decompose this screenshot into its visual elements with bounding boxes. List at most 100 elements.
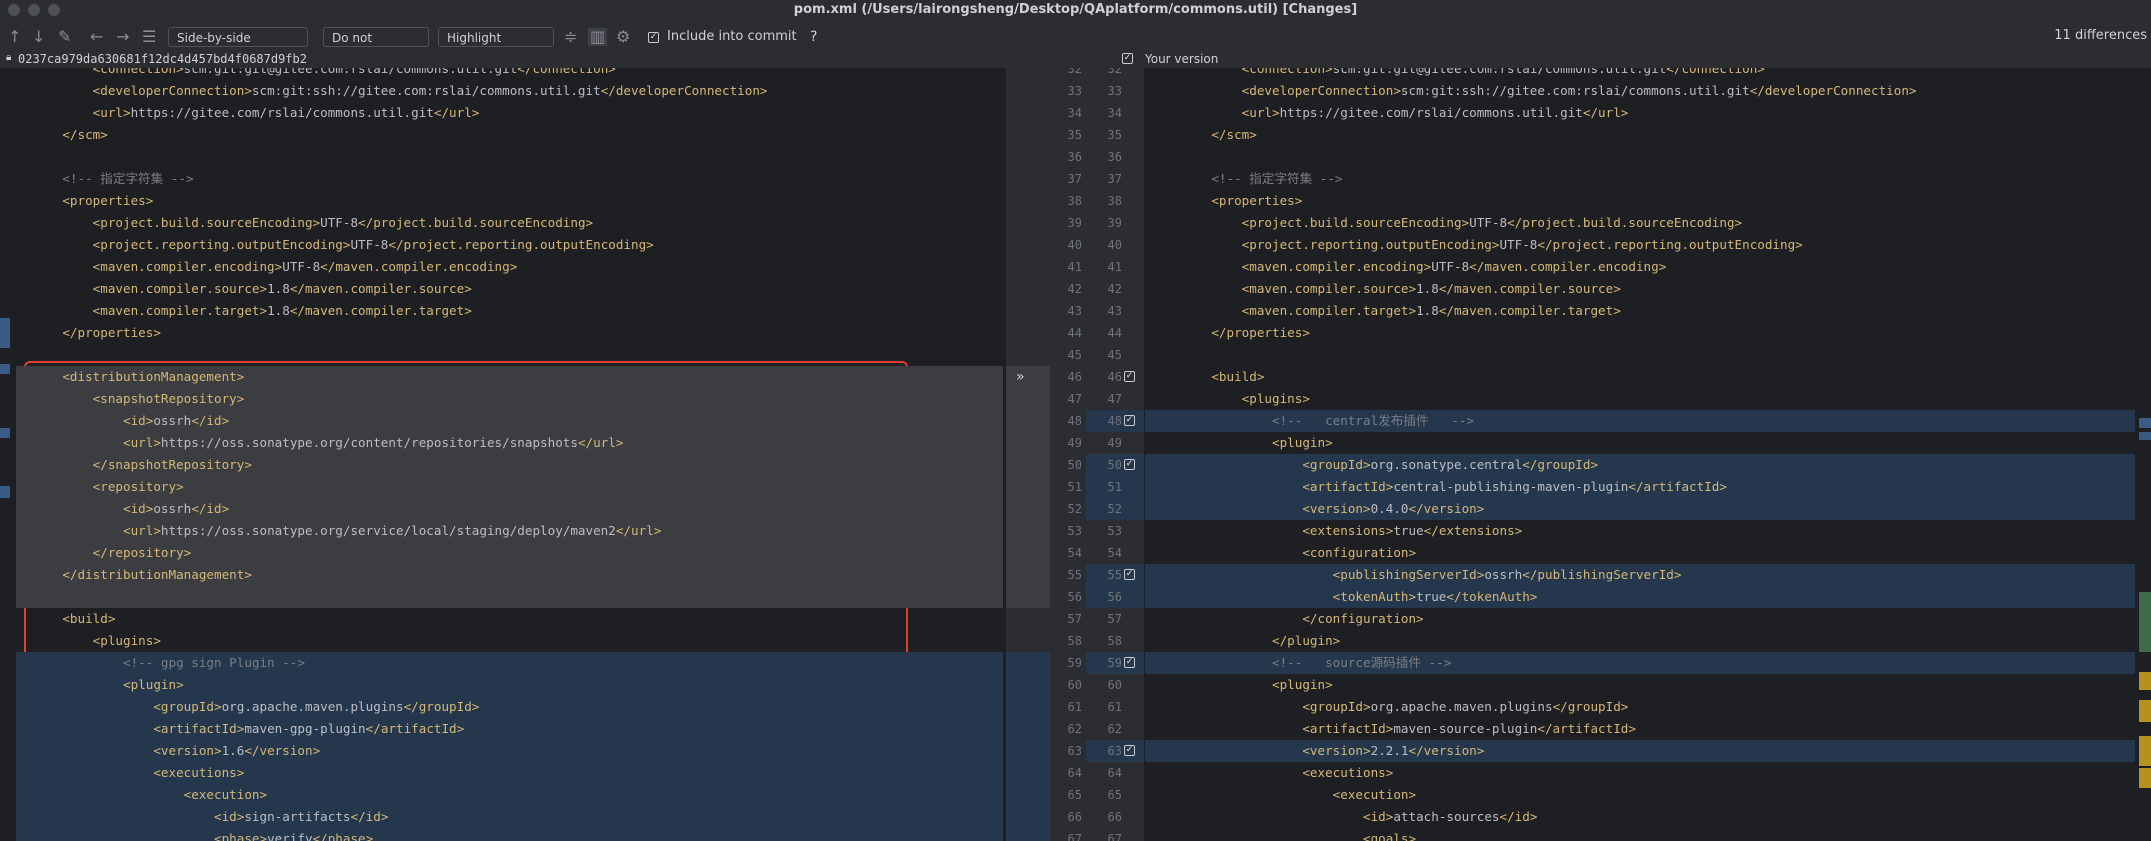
- gutter-change-marker: [1006, 806, 1050, 828]
- right-line-number: 41: [1107, 260, 1122, 274]
- right-code-line: <!-- source源码插件 -->: [1145, 652, 2135, 674]
- code-text: <url>https://oss.sonatype.org/service/lo…: [123, 523, 662, 538]
- code-text: </repository>: [92, 545, 192, 560]
- right-line-number: 39: [1107, 216, 1122, 230]
- scrollbar-change-marker: [0, 318, 10, 348]
- apply-change-icon[interactable]: »: [1016, 366, 1025, 388]
- right-code-line: <plugins>: [1145, 388, 2135, 410]
- code-text: <groupId>org.apache.maven.plugins</group…: [1302, 699, 1629, 714]
- left-line-number: 66: [1067, 810, 1082, 824]
- left-line-number: 63: [1067, 744, 1082, 758]
- left-code-line: <version>1.6</version>: [16, 740, 1003, 762]
- collapse-icon[interactable]: ≑: [564, 28, 577, 46]
- change-include-checkbox[interactable]: ✓: [1124, 415, 1135, 426]
- left-code-line: <!-- 指定字符集 -->: [16, 168, 1003, 190]
- left-line-number: 54: [1067, 546, 1082, 560]
- gutter-change-marker: [1006, 454, 1050, 476]
- code-text: <url>https://gitee.com/rslai/commons.uti…: [92, 105, 480, 120]
- right-code-line: [1145, 146, 2135, 168]
- left-line-number: 39: [1067, 216, 1082, 230]
- left-line-number: 62: [1067, 722, 1082, 736]
- viewer-dropdown[interactable]: Side-by-side viewer▼: [168, 27, 308, 65]
- right-line-number: 54: [1107, 546, 1122, 560]
- change-include-checkbox[interactable]: ✓: [1124, 745, 1135, 756]
- edit-icon[interactable]: ✎: [58, 28, 71, 46]
- left-code-line: [16, 344, 1003, 366]
- arrow-down-icon[interactable]: ↓: [32, 28, 45, 46]
- arrow-left-icon[interactable]: ←: [90, 28, 103, 46]
- right-line-number: 48: [1107, 414, 1122, 428]
- left-line-number: 55: [1067, 568, 1082, 582]
- revision-header: 🔒︎ 0237ca979da630681f12dc4d457bd4f0687d9…: [0, 50, 2151, 69]
- right-line-number: 49: [1107, 436, 1122, 450]
- code-text: <!-- central发布插件 -->: [1272, 413, 1475, 428]
- code-text: <!-- 指定字符集 -->: [1211, 171, 1343, 186]
- code-text: </plugin>: [1272, 633, 1341, 648]
- right-code-line: <id>attach-sources</id>: [1145, 806, 2135, 828]
- right-code-line: <connection>scm:git:git@gitee.com:rslai/…: [1145, 68, 2135, 80]
- right-code-line: <artifactId>maven-source-plugin</artifac…: [1145, 718, 2135, 740]
- right-line-number: 61: [1107, 700, 1122, 714]
- right-line-number: 56: [1107, 590, 1122, 604]
- change-include-checkbox[interactable]: ✓: [1124, 459, 1135, 470]
- left-code-line: </scm>: [16, 124, 1003, 146]
- left-line-number: 58: [1067, 634, 1082, 648]
- left-code-line: <maven.compiler.encoding>UTF-8</maven.co…: [16, 256, 1003, 278]
- right-code-line: <maven.compiler.target>1.8</maven.compil…: [1145, 300, 2135, 322]
- code-text: </properties>: [62, 325, 161, 340]
- left-code-line: <!-- gpg sign Plugin -->: [16, 652, 1003, 674]
- code-text: <artifactId>maven-source-plugin</artifac…: [1302, 721, 1636, 736]
- left-line-number: 44: [1067, 326, 1082, 340]
- code-text: <project.build.sourceEncoding>UTF-8</pro…: [1241, 215, 1743, 230]
- right-code-line: <publishingServerId>ossrh</publishingSer…: [1145, 564, 2135, 586]
- right-code-line: <groupId>org.sonatype.central</groupId>: [1145, 454, 2135, 476]
- your-version-checkbox[interactable]: ✓: [1122, 53, 1133, 64]
- right-code-line: <project.reporting.outputEncoding>UTF-8<…: [1145, 234, 2135, 256]
- include-commit-checkbox[interactable]: ✓: [648, 32, 659, 43]
- scrollbar-change-marker: [0, 486, 10, 498]
- right-code-line: <project.build.sourceEncoding>UTF-8</pro…: [1145, 212, 2135, 234]
- code-text: <goals>: [1362, 831, 1417, 841]
- right-code-line: <executions>: [1145, 762, 2135, 784]
- left-code-line: <build>: [16, 608, 1003, 630]
- change-include-checkbox[interactable]: ✓: [1124, 569, 1135, 580]
- arrow-up-icon[interactable]: ↑: [8, 28, 21, 46]
- left-code-line: <distributionManagement>: [16, 366, 1003, 388]
- right-code-line: <plugin>: [1145, 432, 2135, 454]
- scrollbar-change-marker: [2139, 592, 2151, 652]
- code-text: <artifactId>central-publishing-maven-plu…: [1302, 479, 1727, 494]
- highlight-dropdown[interactable]: Highlight words▼: [438, 27, 554, 65]
- gutter-change-marker: [1006, 366, 1050, 388]
- ignore-dropdown[interactable]: Do not ignore▼: [323, 27, 429, 65]
- right-line-number: 45: [1107, 348, 1122, 362]
- right-code-line: <groupId>org.apache.maven.plugins</group…: [1145, 696, 2135, 718]
- left-line-number: 65: [1067, 788, 1082, 802]
- left-line-number: 61: [1067, 700, 1082, 714]
- change-include-checkbox[interactable]: ✓: [1124, 371, 1135, 382]
- gutter-change-marker: [1006, 432, 1050, 454]
- left-line-number: 46: [1067, 370, 1082, 384]
- arrow-right-icon[interactable]: →: [116, 28, 129, 46]
- list-icon[interactable]: ☰: [142, 28, 156, 46]
- code-text: <configuration>: [1302, 545, 1417, 560]
- right-line-number: 58: [1107, 634, 1122, 648]
- left-line-number: 57: [1067, 612, 1082, 626]
- left-line-number: 51: [1067, 480, 1082, 494]
- left-line-number: 47: [1067, 392, 1082, 406]
- right-code-line: </configuration>: [1145, 608, 2135, 630]
- left-code-line: <properties>: [16, 190, 1003, 212]
- code-text: <plugins>: [92, 633, 161, 648]
- gutter-change-marker: [1006, 498, 1050, 520]
- right-line-number: 36: [1107, 150, 1122, 164]
- change-include-checkbox[interactable]: ✓: [1124, 657, 1135, 668]
- right-line-number: 34: [1107, 106, 1122, 120]
- code-text: <maven.compiler.source>1.8</maven.compil…: [1241, 281, 1621, 296]
- code-text: <project.build.sourceEncoding>UTF-8</pro…: [92, 215, 594, 230]
- columns-icon[interactable]: ▥: [588, 28, 608, 46]
- code-text: <id>ossrh</id>: [123, 501, 230, 516]
- differences-count: 11 differences: [2054, 28, 2147, 43]
- help-icon[interactable]: ?: [810, 29, 817, 45]
- right-line-number: 62: [1107, 722, 1122, 736]
- gear-icon[interactable]: ⚙: [616, 28, 630, 46]
- code-text: <build>: [62, 611, 116, 626]
